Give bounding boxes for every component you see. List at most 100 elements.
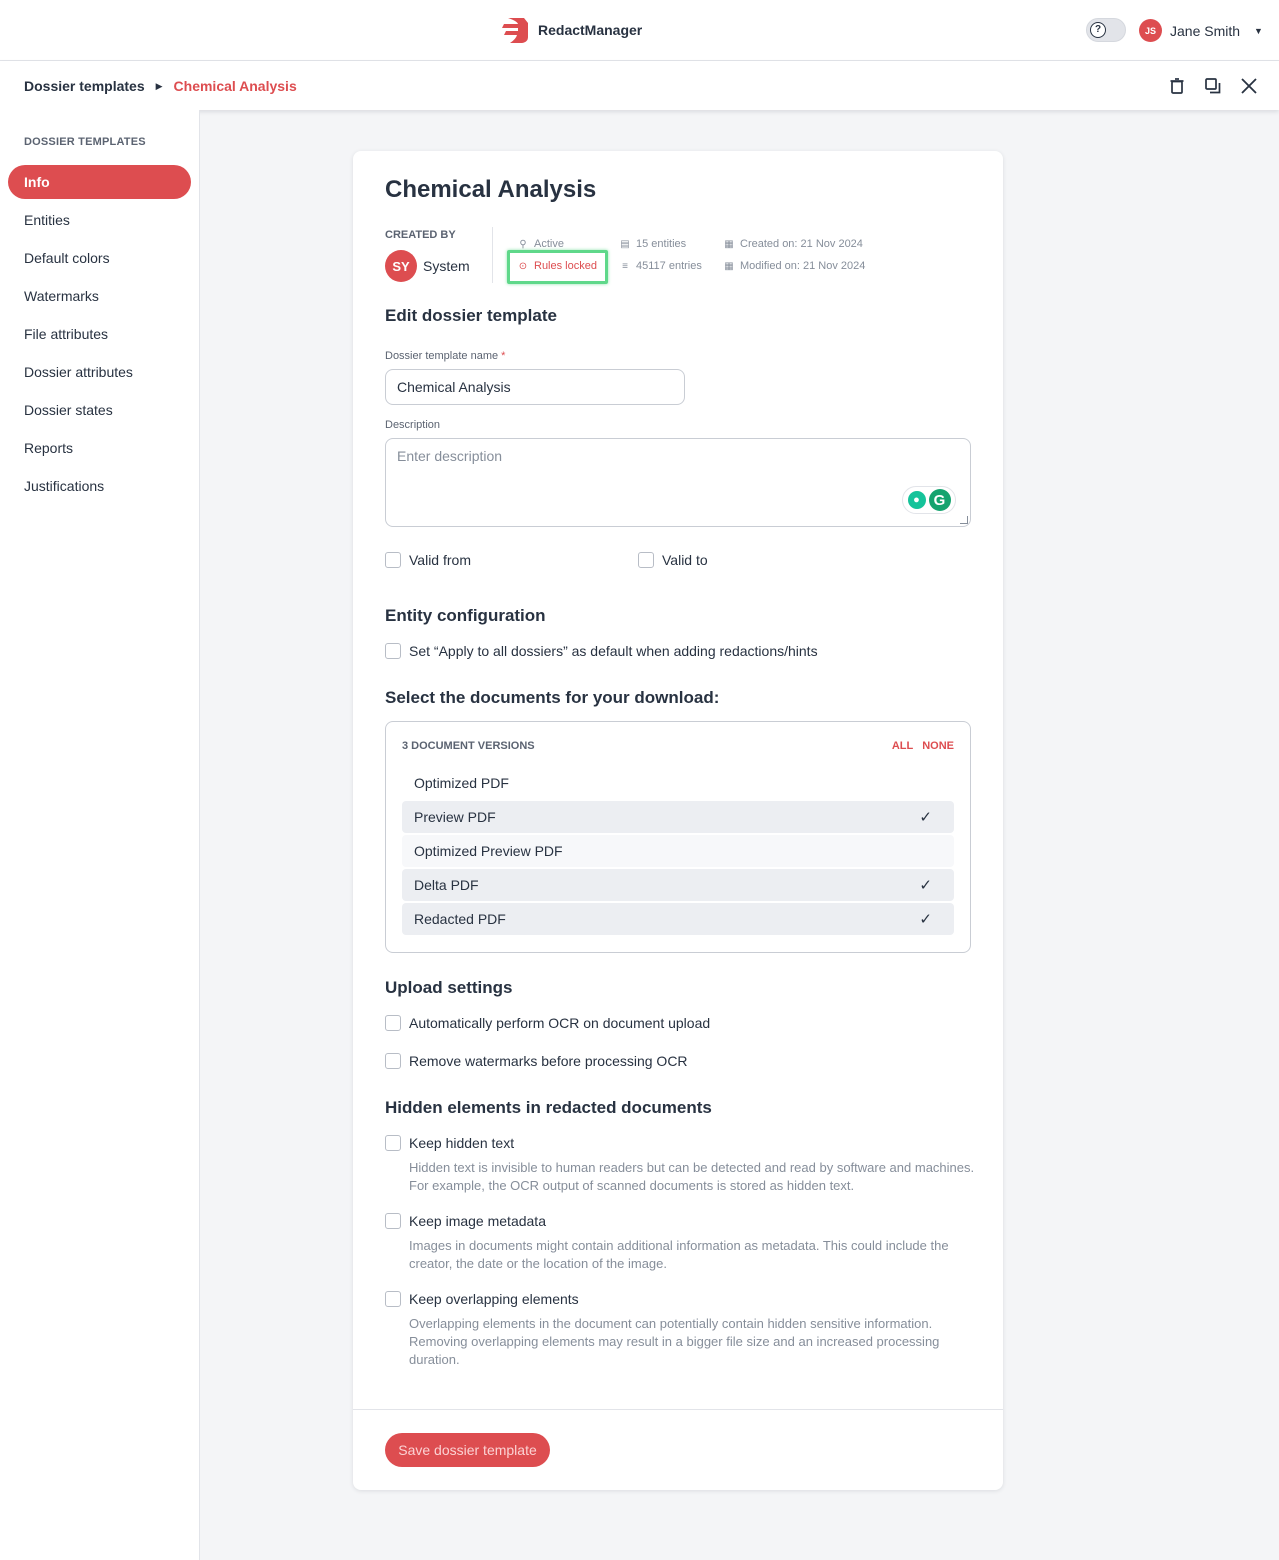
sidebar-item-info[interactable]: Info xyxy=(8,165,191,199)
sidebar-item-entities[interactable]: Entities xyxy=(8,203,191,237)
created-by-label: CREATED BY xyxy=(385,229,456,241)
help-mode-toggle[interactable]: ? xyxy=(1086,18,1126,42)
list-item[interactable]: Optimized Preview PDF xyxy=(402,835,954,867)
section-title-edit: Edit dossier template xyxy=(385,306,557,325)
checkbox-box[interactable] xyxy=(385,1213,401,1229)
grammarly-widget[interactable]: ● G xyxy=(902,486,956,514)
list-item[interactable]: Redacted PDF ✓ xyxy=(402,903,954,935)
status-text: Active xyxy=(534,238,564,250)
keep-overlapping-checkbox[interactable]: Keep overlapping elements xyxy=(385,1291,579,1307)
valid-from-checkbox[interactable]: Valid from xyxy=(385,552,471,568)
option-label: Redacted PDF xyxy=(414,911,506,927)
rules-locked-text: Rules locked xyxy=(534,260,597,272)
document-versions-box: 3 DOCUMENT VERSIONS ALL NONE Optimized P… xyxy=(385,721,971,953)
sidebar-item-file-attributes[interactable]: File attributes xyxy=(8,317,191,351)
template-meta: CREATED BY SY System ⚲ Active ⊙ Rules lo… xyxy=(385,227,985,287)
rules-locked-item: ⊙ Rules locked xyxy=(518,260,597,272)
creator: SY System xyxy=(385,250,470,282)
avatar: SY xyxy=(385,250,417,282)
breadcrumb: Dossier templates ▶ Chemical Analysis xyxy=(24,78,297,94)
brand[interactable]: RedactManager xyxy=(500,15,642,44)
apply-all-checkbox[interactable]: Set “Apply to all dossiers” as default w… xyxy=(385,643,818,659)
close-button[interactable] xyxy=(1237,74,1261,98)
sidebar-item-watermarks[interactable]: Watermarks xyxy=(8,279,191,313)
checkbox-box[interactable] xyxy=(385,1291,401,1307)
keep-hidden-text-checkbox[interactable]: Keep hidden text xyxy=(385,1135,514,1151)
keep-image-metadata-checkbox[interactable]: Keep image metadata xyxy=(385,1213,546,1229)
list-icon: ≡ xyxy=(622,260,628,272)
keep-hidden-text-label: Keep hidden text xyxy=(409,1135,515,1151)
keep-hidden-text-description: Hidden text is invisible to human reader… xyxy=(409,1160,975,1193)
list-item[interactable]: Preview PDF ✓ xyxy=(402,801,954,833)
description-placeholder: Enter description xyxy=(397,448,503,464)
checkbox-box[interactable] xyxy=(638,552,654,568)
ocr-label: Automatically perform OCR on document up… xyxy=(409,1015,711,1031)
option-label: Preview PDF xyxy=(414,809,496,825)
sidebar-nav: Info Entities Default colors Watermarks … xyxy=(8,165,191,507)
remove-watermarks-checkbox[interactable]: Remove watermarks before processing OCR xyxy=(385,1053,688,1069)
copy-icon xyxy=(1205,78,1221,94)
check-icon: ✓ xyxy=(919,809,932,826)
checkbox-box[interactable] xyxy=(385,1135,401,1151)
avatar: JS xyxy=(1139,19,1162,42)
sidebar-item-dossier-attributes[interactable]: Dossier attributes xyxy=(8,355,191,389)
entities-item: ▤ 15 entities xyxy=(620,238,686,250)
valid-from-label: Valid from xyxy=(409,552,471,568)
keep-image-metadata-description: Images in documents might contain additi… xyxy=(409,1238,949,1271)
check-icon: ✓ xyxy=(919,911,932,928)
trash-icon xyxy=(1170,78,1184,94)
checkbox-box[interactable] xyxy=(385,1053,401,1069)
keep-overlapping-label: Keep overlapping elements xyxy=(409,1291,579,1307)
remove-watermarks-label: Remove watermarks before processing OCR xyxy=(409,1053,688,1069)
required-mark: * xyxy=(501,350,506,362)
entries-count: 45117 entries xyxy=(636,260,702,272)
description-label: Description xyxy=(385,419,441,431)
breadcrumb-bar: Dossier templates ▶ Chemical Analysis xyxy=(0,61,1279,110)
section-title-upload: Upload settings xyxy=(385,978,513,997)
duplicate-button[interactable] xyxy=(1201,74,1225,98)
save-button[interactable]: Save dossier template xyxy=(385,1433,550,1467)
select-none-link[interactable]: NONE xyxy=(922,740,954,752)
entities-count: 15 entities xyxy=(636,238,687,250)
checkbox-box[interactable] xyxy=(385,1015,401,1031)
pin-icon: ⚲ xyxy=(519,238,527,250)
status-item: ⚲ Active xyxy=(518,238,564,250)
checkbox-box[interactable] xyxy=(385,643,401,659)
sidebar-item-default-colors[interactable]: Default colors xyxy=(8,241,191,275)
resize-handle-icon[interactable] xyxy=(960,516,968,524)
breadcrumb-dossier-templates[interactable]: Dossier templates xyxy=(24,78,145,94)
checkbox-box[interactable] xyxy=(385,552,401,568)
redactmanager-logo-icon xyxy=(502,18,528,43)
user-menu[interactable]: JS Jane Smith ▼ xyxy=(1139,19,1263,42)
name-field-label: Dossier template name * xyxy=(385,350,505,362)
select-all-link[interactable]: ALL xyxy=(892,740,913,752)
delete-button[interactable] xyxy=(1165,74,1189,98)
lightbulb-icon: ● xyxy=(907,491,926,509)
section-title-entity-config: Entity configuration xyxy=(385,606,546,625)
document-icon: ▤ xyxy=(620,238,630,250)
description-textarea[interactable]: Enter description ● G xyxy=(385,438,971,527)
chevron-right-icon: ▶ xyxy=(155,80,163,91)
document-versions-count: 3 DOCUMENT VERSIONS xyxy=(402,740,535,752)
valid-to-checkbox[interactable]: Valid to xyxy=(638,552,708,568)
breadcrumb-current[interactable]: Chemical Analysis xyxy=(174,78,297,94)
modified-on-text: Modified on: 21 Nov 2024 xyxy=(740,260,866,272)
top-bar: RedactManager ? JS Jane Smith ▼ xyxy=(0,0,1279,61)
sidebar-item-reports[interactable]: Reports xyxy=(8,431,191,465)
sidebar-item-justifications[interactable]: Justifications xyxy=(8,469,191,503)
template-card: Chemical Analysis CREATED BY SY System ⚲… xyxy=(353,151,1003,1490)
option-label: Optimized Preview PDF xyxy=(414,843,563,859)
apply-all-label: Set “Apply to all dossiers” as default w… xyxy=(409,643,818,659)
caret-down-icon: ▼ xyxy=(1254,25,1263,36)
ocr-checkbox[interactable]: Automatically perform OCR on document up… xyxy=(385,1015,710,1031)
sidebar-item-dossier-states[interactable]: Dossier states xyxy=(8,393,191,427)
option-label: Optimized PDF xyxy=(414,775,509,791)
divider xyxy=(492,227,493,283)
keep-overlapping-description: Overlapping elements in the document can… xyxy=(409,1316,940,1367)
list-item[interactable]: Optimized PDF xyxy=(402,767,954,799)
entries-item: ≡ 45117 entries xyxy=(620,260,702,272)
list-item[interactable]: Delta PDF ✓ xyxy=(402,869,954,901)
creator-name: System xyxy=(423,258,470,274)
template-name-input[interactable]: Chemical Analysis xyxy=(385,369,685,405)
name-label-text: Dossier template name xyxy=(385,350,499,362)
